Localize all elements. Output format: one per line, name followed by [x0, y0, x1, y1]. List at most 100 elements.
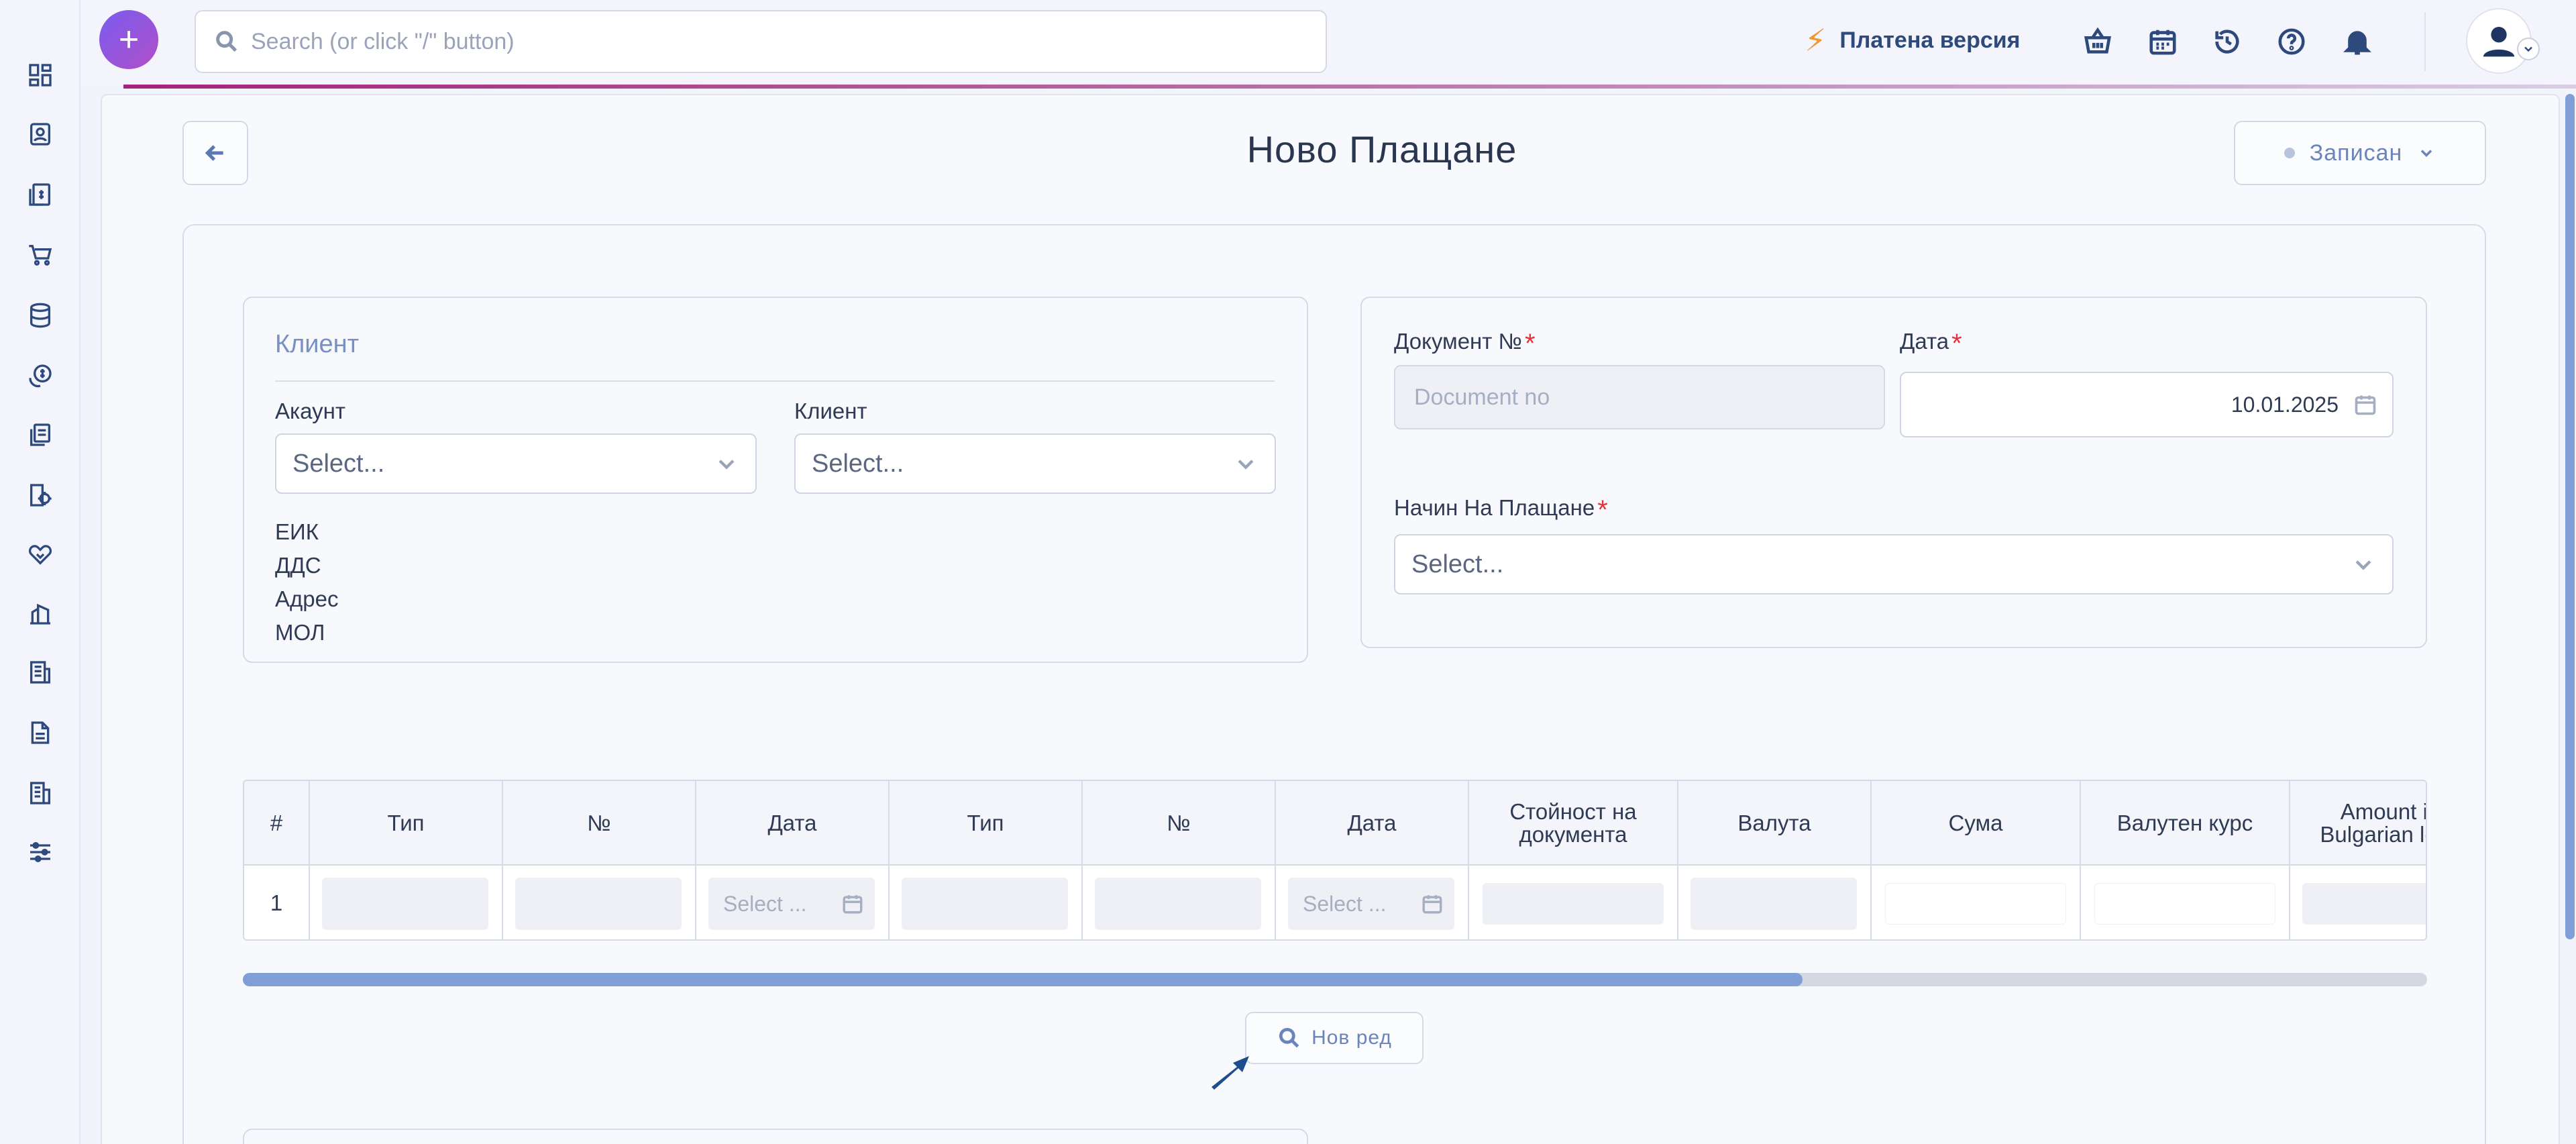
- column-header-document-value: Стойност на документа: [1469, 781, 1678, 866]
- row-number: 1: [244, 866, 310, 939]
- status-dot: [2284, 148, 2295, 158]
- account-label: Акаунт: [275, 399, 345, 423]
- search-bar[interactable]: [195, 10, 1327, 73]
- calendar-icon: [2355, 395, 2376, 415]
- paid-version-label: Платена версия: [1839, 27, 2021, 53]
- doc-no-cell-input[interactable]: [515, 878, 682, 930]
- cell-amount: [1872, 866, 2081, 939]
- column-header-amount-bgn: Amount in Bulgarian leva: [2290, 781, 2426, 866]
- type-input[interactable]: [322, 878, 488, 930]
- calendar-icon[interactable]: [2147, 25, 2179, 58]
- file-icon[interactable]: [25, 718, 55, 747]
- amount-input[interactable]: [1885, 883, 2066, 925]
- payment-method-label: Начин На Плащане *: [1394, 495, 1608, 525]
- cell-type-2: [890, 866, 1083, 939]
- top-accent-line: [123, 85, 2576, 89]
- cell-document-value: [1469, 866, 1678, 939]
- cell-amount-bgn: [2290, 866, 2426, 939]
- buildings-icon[interactable]: [25, 778, 55, 808]
- column-header-doc-no-2: №: [1083, 781, 1276, 866]
- document-value-input[interactable]: [1483, 883, 1664, 925]
- doc-no-input[interactable]: Document no: [1394, 365, 1885, 429]
- column-header-type: Тип: [310, 781, 503, 866]
- new-row-button[interactable]: Нов ред: [1245, 1012, 1424, 1064]
- contacts-icon[interactable]: [25, 119, 55, 149]
- add-button[interactable]: +: [99, 10, 158, 69]
- date-input[interactable]: 10.01.2025: [1900, 372, 2394, 437]
- vat-label: ДДС: [275, 553, 321, 578]
- bottom-panel: [243, 1129, 1308, 1144]
- eik-label: ЕИК: [275, 519, 319, 544]
- horizontal-scrollbar[interactable]: [243, 973, 2427, 986]
- settings-doc-icon[interactable]: [25, 480, 55, 510]
- account-select[interactable]: Select...: [275, 433, 757, 494]
- column-header-date: Дата: [696, 781, 890, 866]
- client-select[interactable]: Select...: [794, 433, 1276, 494]
- column-header-type-2: Тип: [890, 781, 1083, 866]
- column-header-date-2: Дата: [1276, 781, 1469, 866]
- client-select-value: Select...: [812, 449, 904, 478]
- type-2-input[interactable]: [902, 878, 1068, 930]
- date-label: Дата *: [1900, 329, 1962, 358]
- cart-icon[interactable]: [25, 240, 55, 270]
- date-cell-placeholder: Select ...: [723, 891, 807, 916]
- bolt-icon: ⚡: [1805, 23, 1827, 58]
- payment-lines-table: # Тип № Дата Тип № Дата Стойност на доку…: [243, 780, 2427, 941]
- status-dropdown[interactable]: Записан: [2234, 121, 2486, 185]
- doc-no-placeholder: Document no: [1414, 384, 1550, 410]
- date-2-cell-input[interactable]: Select ...: [1288, 878, 1454, 930]
- dashboard-icon[interactable]: [25, 60, 55, 90]
- sliders-icon[interactable]: [25, 837, 55, 867]
- calendar-icon: [843, 895, 863, 914]
- invoices-icon[interactable]: [25, 180, 55, 209]
- calendar-icon: [1422, 895, 1442, 914]
- payments-icon[interactable]: [25, 361, 55, 391]
- cell-date: Select ...: [696, 866, 890, 939]
- database-icon[interactable]: [25, 301, 55, 330]
- chevron-down-icon[interactable]: [2517, 38, 2540, 60]
- column-header-exchange-rate: Валутен курс: [2081, 781, 2290, 866]
- handshake-icon[interactable]: [25, 539, 55, 569]
- chevron-down-icon: [718, 460, 735, 470]
- payment-method-value: Select...: [1411, 550, 1504, 578]
- chevron-down-icon: [1238, 460, 1254, 470]
- cell-exchange-rate: [2081, 866, 2290, 939]
- vertical-scrollbar[interactable]: [2565, 94, 2575, 939]
- column-header-doc-no: №: [503, 781, 696, 866]
- section-divider: [275, 380, 1275, 382]
- column-header-amount: Сума: [1872, 781, 2081, 866]
- table-header: # Тип № Дата Тип № Дата Стойност на доку…: [244, 781, 2426, 866]
- bell-icon[interactable]: [2341, 25, 2373, 58]
- horizontal-scrollbar-thumb[interactable]: [243, 973, 1803, 986]
- chevron-down-icon: [2355, 560, 2371, 570]
- date-value: 10.01.2025: [2231, 392, 2339, 417]
- new-row-label: Нов ред: [1311, 1027, 1392, 1049]
- paid-version-link[interactable]: ⚡ Платена версия: [1805, 20, 2021, 60]
- chevron-down-icon: [2421, 150, 2432, 157]
- ledger-icon[interactable]: [25, 658, 55, 687]
- date-cell-input[interactable]: Select ...: [708, 878, 875, 930]
- exchange-rate-input[interactable]: [2094, 883, 2275, 925]
- cell-doc-no-2: [1083, 866, 1276, 939]
- table-row: 1 Select ... Select ...: [244, 866, 2426, 939]
- cell-type: [310, 866, 503, 939]
- payment-method-select[interactable]: Select...: [1394, 534, 2394, 594]
- doc-no-label: Документ № *: [1394, 329, 1536, 358]
- account-select-value: Select...: [292, 449, 385, 478]
- amount-bgn-input[interactable]: [2302, 883, 2426, 925]
- doc-no-2-input[interactable]: [1095, 878, 1261, 930]
- documents-icon[interactable]: [25, 420, 55, 450]
- basket-icon[interactable]: [2082, 25, 2114, 58]
- page-title: Ново Плащане: [1246, 128, 1517, 170]
- search-input[interactable]: [251, 28, 1257, 55]
- reports-icon[interactable]: [25, 599, 55, 628]
- column-header-number: #: [244, 781, 310, 866]
- top-divider: [2424, 12, 2426, 71]
- history-icon[interactable]: [2211, 25, 2243, 58]
- help-icon[interactable]: [2275, 25, 2308, 58]
- back-button[interactable]: [182, 121, 248, 185]
- pointer-arrow-icon: [1212, 1056, 1249, 1090]
- user-icon: [2483, 27, 2515, 57]
- client-label: Клиент: [794, 399, 867, 423]
- currency-input[interactable]: [1690, 878, 1857, 930]
